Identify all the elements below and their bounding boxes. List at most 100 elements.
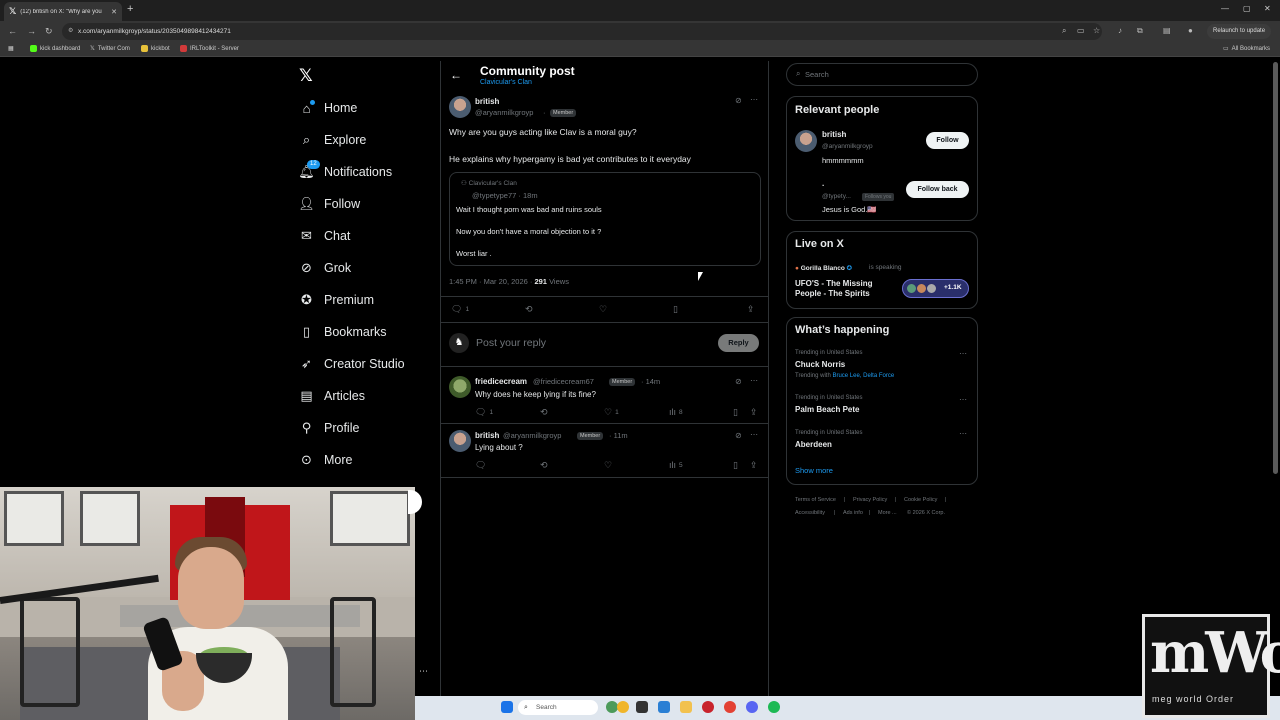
task-view-icon[interactable] [636,701,648,713]
reload-icon[interactable]: ↻ [45,26,53,37]
footer-link[interactable]: Privacy Policy [853,497,887,503]
footer-link[interactable]: Ads info [843,510,863,516]
trend-name[interactable]: Palm Beach Pete [795,405,859,414]
share-button[interactable]: ⇪ [747,304,755,315]
back-nav-icon[interactable]: ← [8,26,17,36]
person-handle[interactable]: @typety... [822,193,851,200]
discord-icon[interactable] [746,701,758,713]
bookmark-irltoolkit[interactable]: IRLToolkit - Server [180,45,239,52]
like-button[interactable]: ♡ [604,460,612,471]
extensions-icon[interactable]: ⧉ [1137,26,1143,36]
author-name[interactable]: british [475,431,499,440]
reply-button[interactable]: 🗨︎ [475,460,486,471]
share-button[interactable]: ⇪ [750,407,758,418]
close-window-icon[interactable]: ✕ [1264,4,1271,13]
start-icon[interactable] [501,701,513,713]
reply-input[interactable]: Post your reply [476,337,546,349]
follow-button[interactable]: Follow [926,132,969,149]
reply-submit-button[interactable]: Reply [718,334,759,352]
back-arrow-icon[interactable]: ← [450,68,462,82]
zoom-icon[interactable]: ⌕ [1062,26,1066,36]
footer-link[interactable]: Terms of Service [795,497,836,503]
nav-follow[interactable]: 👤︎ Follow [298,193,360,215]
cast-icon[interactable]: ▭ [1077,26,1085,35]
footer-link[interactable]: More ... [878,510,897,516]
more-options-icon[interactable]: ⋯ [750,376,758,385]
share-button[interactable]: ⇪ [750,460,758,471]
grok-icon[interactable]: ⊘ [735,377,742,386]
space-title[interactable]: UFO'S - The Missing People - The Spirits [795,279,895,299]
forward-nav-icon[interactable]: → [27,26,36,36]
maximize-icon[interactable]: ▢ [1243,4,1251,13]
nav-premium[interactable]: ✪ Premium [299,289,374,311]
reply-button[interactable]: 🗨︎ 1 [475,407,493,418]
avatar[interactable] [449,376,471,398]
app-icon[interactable] [658,701,670,713]
taskbar-search[interactable]: ⌕ Search [518,700,598,715]
views-button[interactable]: ılı 5 [669,460,683,470]
relaunch-button[interactable]: Relaunch to update [1207,24,1272,39]
footer-link[interactable]: Accessibility [795,510,825,516]
more-options-icon[interactable]: ⋯ [959,349,967,358]
nav-grok[interactable]: ⊘ Grok [299,257,351,279]
community-link[interactable]: Clavicular's Clan [480,79,532,86]
person-handle[interactable]: @aryanmilkgroyp [822,143,873,150]
file-explorer-icon[interactable] [680,701,692,713]
bookmark-button[interactable]: ▯ [733,407,738,418]
all-bookmarks[interactable]: ▭ All Bookmarks [1223,45,1270,53]
bookmark-star-icon[interactable]: ☆ [1093,26,1100,35]
chrome-icon[interactable] [724,701,736,713]
audio-icon[interactable]: ♪ [1118,26,1122,35]
author-handle[interactable]: @aryanmilkgroyp [503,431,561,440]
nav-chat[interactable]: ✉ Chat [299,225,350,247]
trend-name[interactable]: Chuck Norris [795,360,845,369]
more-options-icon[interactable]: ⋯ [959,429,967,438]
search-input[interactable]: ⌕ Search [786,63,978,86]
trend-name[interactable]: Aberdeen [795,440,832,449]
spotify-icon[interactable] [768,701,780,713]
profile-avatar-icon[interactable]: ● [1188,26,1193,35]
author-handle[interactable]: @friedicecream67 [533,377,594,386]
repost-button[interactable]: ⟲ [540,460,548,471]
site-info-icon[interactable]: ⚙ [68,23,73,40]
grok-icon[interactable]: ⊘ [735,96,742,105]
repost-button[interactable]: ⟲ [540,407,548,418]
nav-notifications[interactable]: 🔔︎ 12 Notifications [298,159,392,183]
bookmark-button[interactable]: ▯ [673,304,678,315]
show-more-link[interactable]: Show more [795,466,833,475]
nav-more[interactable]: ⊙ More [299,449,352,471]
footer-link[interactable]: Cookie Policy [904,497,937,503]
apps-icon[interactable]: ▦ [8,45,14,52]
nav-articles[interactable]: ▤ Articles [299,385,365,407]
minimize-icon[interactable]: — [1221,4,1229,13]
nav-profile[interactable]: ⚲ Profile [299,417,360,439]
bookmark-kickbot[interactable]: kickbot [141,45,170,52]
nav-explore[interactable]: ⌕ Explore [299,129,367,151]
url-field[interactable]: ⚙ x.com/aryanmilkgroyp/status/2035049898… [62,23,1102,40]
nav-creator-studio[interactable]: ➶ Creator Studio [299,353,405,375]
nav-home[interactable]: ⌂ Home [299,97,357,119]
author-handle[interactable]: @aryanmilkgroyp [475,108,533,117]
person-name[interactable]: british [822,130,846,139]
live-host[interactable]: ● Gorilla Blanco ✪ [795,264,852,272]
page-scrollbar[interactable] [1273,62,1278,474]
bookmark-button[interactable]: ▯ [733,460,738,471]
reply-button[interactable]: 🗨︎ 1 [451,304,469,315]
more-options-icon[interactable]: ⋯ [750,430,758,439]
avatar[interactable] [449,96,471,118]
trend-with-links[interactable]: Bruce Lee, Delta Force [832,373,894,379]
more-options-icon[interactable]: ⋯ [750,95,758,104]
author-name[interactable]: british [475,97,499,106]
new-tab-icon[interactable]: + [127,3,133,15]
follow-back-button[interactable]: Follow back [906,181,969,198]
like-button[interactable]: ♡ [599,304,607,315]
avatar[interactable] [795,130,817,152]
x-logo-icon[interactable]: 𝕏 [299,66,313,86]
app-icon[interactable] [702,701,714,713]
more-dots-icon[interactable]: ⋯ [419,666,428,677]
grok-icon[interactable]: ⊘ [735,431,742,440]
avatar[interactable] [449,430,471,452]
views-button[interactable]: ılı 8 [669,407,683,417]
bookmark-twitter-com[interactable]: 𝕏 Twitter Com [90,45,130,53]
like-button[interactable]: ♡ 1 [604,407,619,418]
